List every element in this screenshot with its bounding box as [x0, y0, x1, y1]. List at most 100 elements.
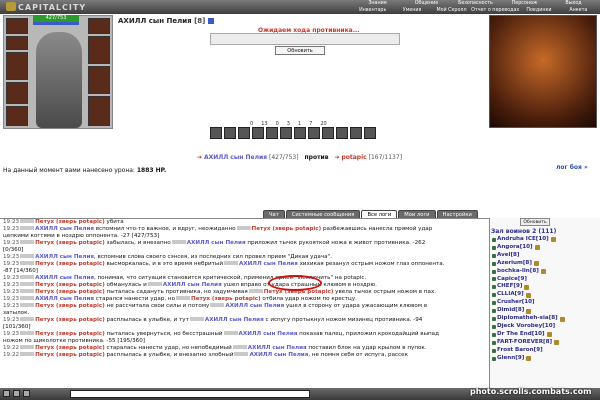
- player-list-item[interactable]: Andruha ICE[10]: [492, 236, 599, 244]
- chat-actor[interactable]: АХИЛЛ сын Пелия: [35, 226, 94, 232]
- chat-target[interactable]: Петух (зверь potapic): [191, 296, 261, 302]
- player-name[interactable]: bochka-lin[8]: [497, 268, 539, 276]
- chat-target[interactable]: АХИЛЛ сын Пелия: [239, 331, 298, 337]
- player-list-item[interactable]: FART-FOREVER[8]: [492, 339, 599, 347]
- chat-actor[interactable]: Петух (зверь potapic): [35, 331, 105, 337]
- player-list-item[interactable]: Diplomatheh-sia[8]: [492, 315, 599, 323]
- top-menu-item[interactable]: Знания: [353, 1, 402, 6]
- skill-slot[interactable]: [364, 127, 376, 139]
- weapon-slot[interactable]: [6, 52, 28, 80]
- shield-slot[interactable]: [88, 66, 110, 94]
- player-name-link[interactable]: АХИЛЛ сын Пелия: [204, 154, 267, 161]
- player-list-item[interactable]: Frost Baron[9]: [492, 347, 599, 355]
- player-list-item[interactable]: bochka-lin[8]: [492, 268, 599, 276]
- player-list-item[interactable]: Djeck Vorobey[10]: [492, 323, 599, 331]
- player-name[interactable]: Capice[9]: [497, 276, 527, 284]
- top-menu-item[interactable]: Мой Скролл: [432, 8, 471, 13]
- amulet-slot[interactable]: [6, 36, 28, 50]
- skill-slot[interactable]: [224, 127, 236, 139]
- chat-input[interactable]: [70, 390, 310, 398]
- top-menu-item[interactable]: Инвентарь: [353, 8, 392, 13]
- top-menu-item[interactable]: Персонаж: [500, 1, 549, 6]
- refresh-button[interactable]: Обновить: [275, 46, 325, 55]
- skill-slot[interactable]: [266, 127, 278, 139]
- skill-slot[interactable]: [280, 127, 292, 139]
- chat-target[interactable]: АХИЛЛ сын Пелия: [205, 317, 264, 323]
- attack-target-grid[interactable]: [210, 33, 400, 45]
- chat-actor[interactable]: Петух (зверь potapic): [35, 345, 105, 351]
- top-menu-item[interactable]: Поединки: [519, 8, 558, 13]
- player-name[interactable]: Crusher[10]: [497, 299, 535, 307]
- player-name[interactable]: Frost Baron[9]: [497, 347, 543, 355]
- player-name[interactable]: Dr The End[10]: [497, 331, 545, 339]
- player-name[interactable]: Andruha ICE[10]: [497, 236, 549, 244]
- skill-slot[interactable]: [308, 127, 320, 139]
- player-name[interactable]: Djeck Vorobey[10]: [497, 323, 555, 331]
- helmet-slot[interactable]: [6, 18, 28, 34]
- chat-actor[interactable]: Петух (зверь potapic): [35, 219, 105, 225]
- player-list-item[interactable]: Glenn[9]: [492, 355, 599, 363]
- earring-slot[interactable]: [88, 18, 110, 34]
- translit-icon[interactable]: [23, 390, 30, 397]
- player-list-item[interactable]: Azerium[8]: [492, 260, 599, 268]
- player-name[interactable]: Angora[10]: [497, 244, 533, 252]
- armor-slot[interactable]: [6, 82, 28, 104]
- player-name[interactable]: CLLIA[9]: [497, 291, 524, 299]
- player-name[interactable]: FART-FOREVER[8]: [497, 339, 552, 347]
- player-name[interactable]: Glenn[9]: [497, 355, 524, 363]
- player-list-item[interactable]: Angora[10]: [492, 244, 599, 252]
- player-list-item[interactable]: Dr The End[10]: [492, 331, 599, 339]
- skill-slot[interactable]: [294, 127, 306, 139]
- player-list-item[interactable]: Crusher[10]: [492, 299, 599, 307]
- top-menu-item[interactable]: Отчет о переводах: [471, 8, 519, 13]
- player-list-item[interactable]: Capice[9]: [492, 276, 599, 284]
- chat-actor[interactable]: Петух (зверь potapic): [35, 317, 105, 323]
- info-icon[interactable]: [207, 18, 214, 24]
- app-logo[interactable]: CAPITALCITY: [6, 2, 86, 12]
- chat-actor[interactable]: Петух (зверь potapic): [35, 282, 105, 288]
- top-menu-item[interactable]: Безопасность: [451, 1, 500, 6]
- skill-slot[interactable]: [336, 127, 348, 139]
- belt-slot[interactable]: [6, 106, 28, 126]
- chat-target[interactable]: АХИЛЛ сын Пелия: [239, 261, 298, 267]
- battle-log-link[interactable]: лог боя »: [556, 164, 588, 171]
- chat-actor[interactable]: АХИЛЛ сын Пелия: [35, 296, 94, 302]
- character-name[interactable]: АХИЛЛ сын Пелия [8]: [118, 17, 214, 25]
- chat-target[interactable]: АХИЛЛ сын Пелия: [248, 345, 307, 351]
- player-name[interactable]: Diplomatheh-sia[8]: [497, 315, 558, 323]
- boots-slot[interactable]: [88, 96, 110, 126]
- chat-actor[interactable]: Петух (зверь potapic): [35, 352, 105, 358]
- chat-target[interactable]: АХИЛЛ сын Пелия: [225, 303, 284, 309]
- smiley-icon[interactable]: [3, 390, 10, 397]
- chat-actor[interactable]: Петух (зверь potapic): [35, 261, 105, 267]
- player-list-item[interactable]: Avel[8]: [492, 252, 599, 260]
- top-menu-item[interactable]: Выход: [549, 1, 598, 6]
- player-name[interactable]: Dimid[8]: [497, 307, 524, 315]
- chat-actor[interactable]: Петух (зверь potapic): [35, 303, 105, 309]
- player-name[interactable]: CHEF[9]: [497, 283, 522, 291]
- chat-actor[interactable]: Петух (зверь potapic): [35, 240, 105, 246]
- top-menu-item[interactable]: Умения: [392, 8, 431, 13]
- player-name[interactable]: Avel[8]: [497, 252, 520, 260]
- top-menu-item[interactable]: Анкета: [559, 8, 598, 13]
- player-list-item[interactable]: CLLIA[9]: [492, 291, 599, 299]
- player-list-item[interactable]: Dimid[8]: [492, 307, 599, 315]
- sidebar-refresh-button[interactable]: Обновить: [520, 218, 550, 226]
- top-menu-item[interactable]: Общение: [402, 1, 451, 6]
- chat-actor[interactable]: АХИЛЛ сын Пелия: [35, 254, 94, 260]
- chat-target[interactable]: АХИЛЛ сын Пелия: [163, 282, 222, 288]
- chat-target[interactable]: Петух (зверь potapic): [252, 226, 322, 232]
- skill-slot[interactable]: [238, 127, 250, 139]
- clear-icon[interactable]: [13, 390, 20, 397]
- chat-actor[interactable]: АХИЛЛ сын Пелия: [35, 275, 94, 281]
- chat-target[interactable]: АХИЛЛ сын Пелия: [249, 352, 308, 358]
- enemy-name-link[interactable]: potapic: [341, 154, 366, 161]
- gloves-slot[interactable]: [88, 36, 110, 64]
- chat-actor[interactable]: Петух (зверь potapic): [35, 289, 105, 295]
- skill-slot[interactable]: [210, 127, 222, 139]
- player-list-item[interactable]: CHEF[9]: [492, 283, 599, 291]
- player-name[interactable]: Azerium[8]: [497, 260, 532, 268]
- skill-slot[interactable]: [322, 127, 334, 139]
- skill-slot[interactable]: [252, 127, 264, 139]
- skill-slot[interactable]: [350, 127, 362, 139]
